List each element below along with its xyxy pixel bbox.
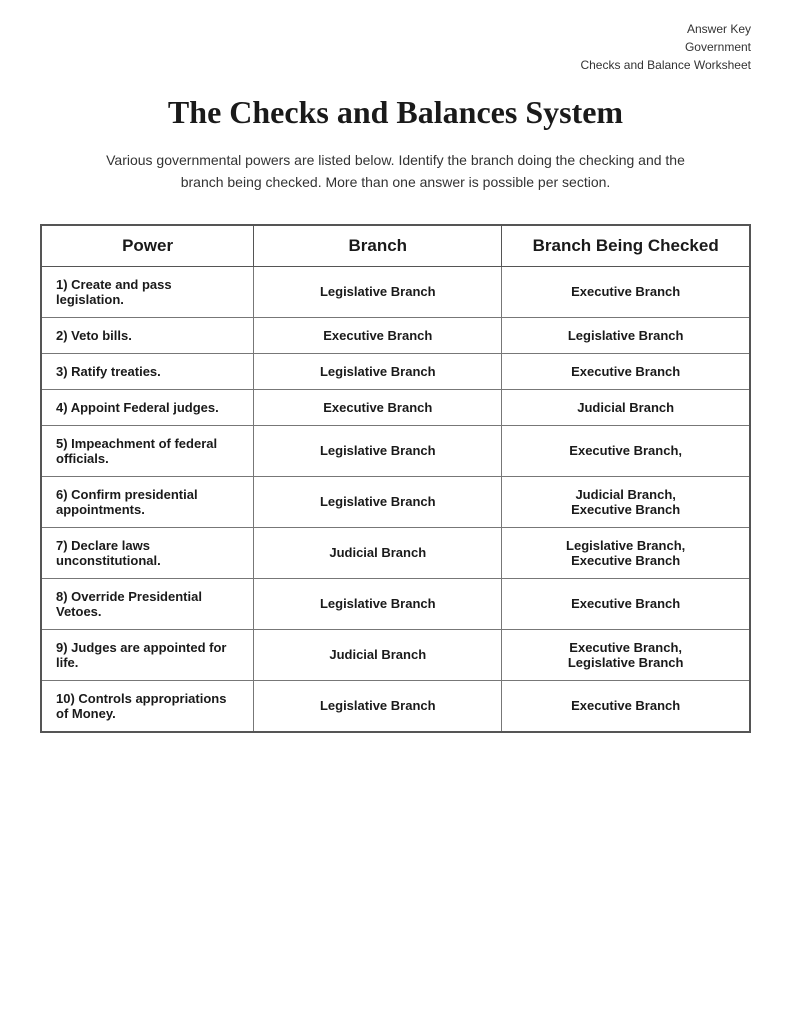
table-row: 6) Confirm presidential appointments.Leg… — [41, 476, 750, 527]
table-row: 9) Judges are appointed for life.Judicia… — [41, 629, 750, 680]
cell-branch-5: Legislative Branch — [254, 425, 502, 476]
header-line1: Answer Key — [687, 22, 751, 36]
cell-power-7: 7) Declare laws unconstitutional. — [41, 527, 254, 578]
cell-checked-4: Judicial Branch — [502, 389, 750, 425]
cell-checked-9: Executive Branch,Legislative Branch — [502, 629, 750, 680]
cell-checked-3: Executive Branch — [502, 353, 750, 389]
cell-branch-8: Legislative Branch — [254, 578, 502, 629]
table-row: 4) Appoint Federal judges.Executive Bran… — [41, 389, 750, 425]
cell-checked-8: Executive Branch — [502, 578, 750, 629]
cell-checked-7: Legislative Branch,Executive Branch — [502, 527, 750, 578]
cell-power-2: 2) Veto bills. — [41, 317, 254, 353]
table-row: 10) Controls appropriations of Money.Leg… — [41, 680, 750, 732]
table-row: 3) Ratify treaties.Legislative BranchExe… — [41, 353, 750, 389]
header-line2: Government — [685, 40, 751, 54]
cell-power-8: 8) Override Presidential Vetoes. — [41, 578, 254, 629]
cell-power-9: 9) Judges are appointed for life. — [41, 629, 254, 680]
table-row: 7) Declare laws unconstitutional.Judicia… — [41, 527, 750, 578]
subtitle-line2: branch being checked. More than one answ… — [181, 174, 611, 190]
cell-power-4: 4) Appoint Federal judges. — [41, 389, 254, 425]
cell-power-5: 5) Impeachment of federal officials. — [41, 425, 254, 476]
cell-branch-4: Executive Branch — [254, 389, 502, 425]
header-info: Answer Key Government Checks and Balance… — [40, 20, 751, 74]
header-power: Power — [41, 225, 254, 267]
cell-checked-1: Executive Branch — [502, 266, 750, 317]
cell-checked-5: Executive Branch, — [502, 425, 750, 476]
cell-branch-7: Judicial Branch — [254, 527, 502, 578]
cell-power-1: 1) Create and pass legislation. — [41, 266, 254, 317]
cell-power-10: 10) Controls appropriations of Money. — [41, 680, 254, 732]
subtitle: Various governmental powers are listed b… — [40, 149, 751, 194]
cell-branch-10: Legislative Branch — [254, 680, 502, 732]
table-row: 8) Override Presidential Vetoes.Legislat… — [41, 578, 750, 629]
cell-branch-6: Legislative Branch — [254, 476, 502, 527]
cell-power-3: 3) Ratify treaties. — [41, 353, 254, 389]
cell-checked-2: Legislative Branch — [502, 317, 750, 353]
header-checked: Branch Being Checked — [502, 225, 750, 267]
table-row: 2) Veto bills.Executive BranchLegislativ… — [41, 317, 750, 353]
page-title: The Checks and Balances System — [40, 94, 751, 131]
cell-branch-9: Judicial Branch — [254, 629, 502, 680]
header-branch: Branch — [254, 225, 502, 267]
subtitle-line1: Various governmental powers are listed b… — [106, 152, 685, 168]
cell-branch-3: Legislative Branch — [254, 353, 502, 389]
table-row: 1) Create and pass legislation.Legislati… — [41, 266, 750, 317]
cell-branch-2: Executive Branch — [254, 317, 502, 353]
cell-checked-10: Executive Branch — [502, 680, 750, 732]
cell-checked-6: Judicial Branch,Executive Branch — [502, 476, 750, 527]
header-line3: Checks and Balance Worksheet — [580, 58, 751, 72]
cell-power-6: 6) Confirm presidential appointments. — [41, 476, 254, 527]
cell-branch-1: Legislative Branch — [254, 266, 502, 317]
table-row: 5) Impeachment of federal officials.Legi… — [41, 425, 750, 476]
worksheet-table: Power Branch Branch Being Checked 1) Cre… — [40, 224, 751, 733]
